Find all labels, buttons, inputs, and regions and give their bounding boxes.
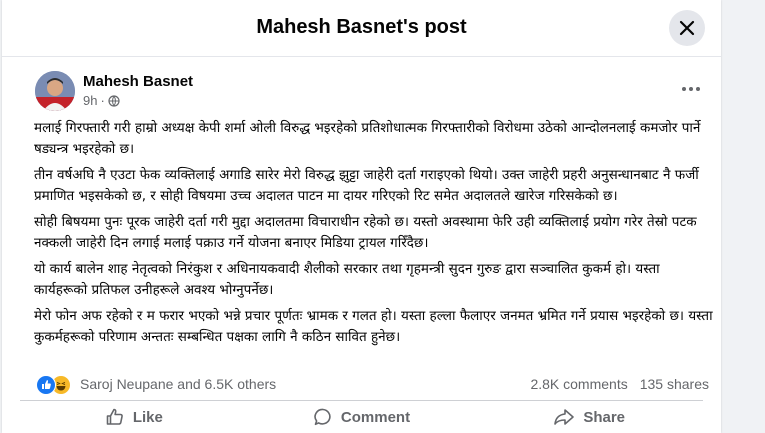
post-paragraph: सोही बिषयमा पुनः पूरक जाहेरी दर्ता गरी म…: [34, 214, 697, 251]
dialog-title: Mahesh Basnet's post: [256, 16, 467, 38]
more-dot: [696, 87, 700, 91]
actions-divider: [20, 400, 703, 401]
share-label: Share: [583, 408, 626, 426]
more-dot: [689, 87, 693, 91]
comment-icon: [314, 408, 331, 426]
shares-count[interactable]: 135 shares: [640, 376, 709, 392]
reactions-summary: Saroj Neupane and 6.5K others 2.8K comme…: [36, 374, 709, 396]
share-icon: [554, 409, 575, 425]
post-paragraph: तीन वर्षअघि नै एउटा फेक व्यक्तिलाई अगाडि…: [34, 167, 699, 204]
post-paragraph: यो कार्य बालेन शाह नेतृत्वको निरंकुश र अ…: [34, 261, 660, 298]
like-button[interactable]: Like: [20, 403, 248, 431]
like-icon: [106, 408, 123, 425]
dialog-header: Mahesh Basnet's post: [2, 0, 721, 57]
post-dialog: Mahesh Basnet's post Mahesh Basnet 9h ·: [2, 0, 721, 433]
post-paragraph: मलाई गिरफ्तारी गरी हाम्रो अध्यक्ष केपी श…: [34, 120, 701, 157]
more-horizontal-icon: [682, 87, 686, 91]
author-name[interactable]: Mahesh Basnet: [83, 73, 193, 90]
more-options-button[interactable]: [679, 79, 703, 99]
post-actions: Like Comment Share: [20, 402, 703, 433]
avatar[interactable]: [35, 71, 75, 111]
avatar-image: [35, 71, 75, 111]
like-reaction-icon: [36, 375, 56, 395]
close-button[interactable]: [669, 10, 705, 46]
close-icon: [679, 20, 695, 36]
post-body: मलाई गिरफ्तारी गरी हाम्रो अध्यक्ष केपी श…: [34, 118, 714, 353]
comment-button[interactable]: Comment: [248, 403, 476, 431]
globe-icon: [108, 94, 120, 107]
post-author-row: Mahesh Basnet 9h ·: [35, 71, 721, 111]
like-label: Like: [132, 408, 163, 426]
reaction-names[interactable]: Saroj Neupane and 6.5K others: [80, 376, 276, 392]
share-button[interactable]: Share: [475, 403, 703, 431]
comment-label: Comment: [340, 408, 411, 426]
post-time[interactable]: 9h: [83, 93, 97, 108]
engagement-counts: 2.8K comments 135 shares: [530, 376, 709, 392]
comments-count[interactable]: 2.8K comments: [530, 376, 627, 392]
post-paragraph: मेरो फोन अफ रहेको र म फरार भएको भन्ने प्…: [34, 308, 713, 345]
post-meta: 9h ·: [83, 93, 120, 108]
reaction-icons[interactable]: [36, 375, 76, 395]
meta-separator: ·: [100, 93, 105, 108]
